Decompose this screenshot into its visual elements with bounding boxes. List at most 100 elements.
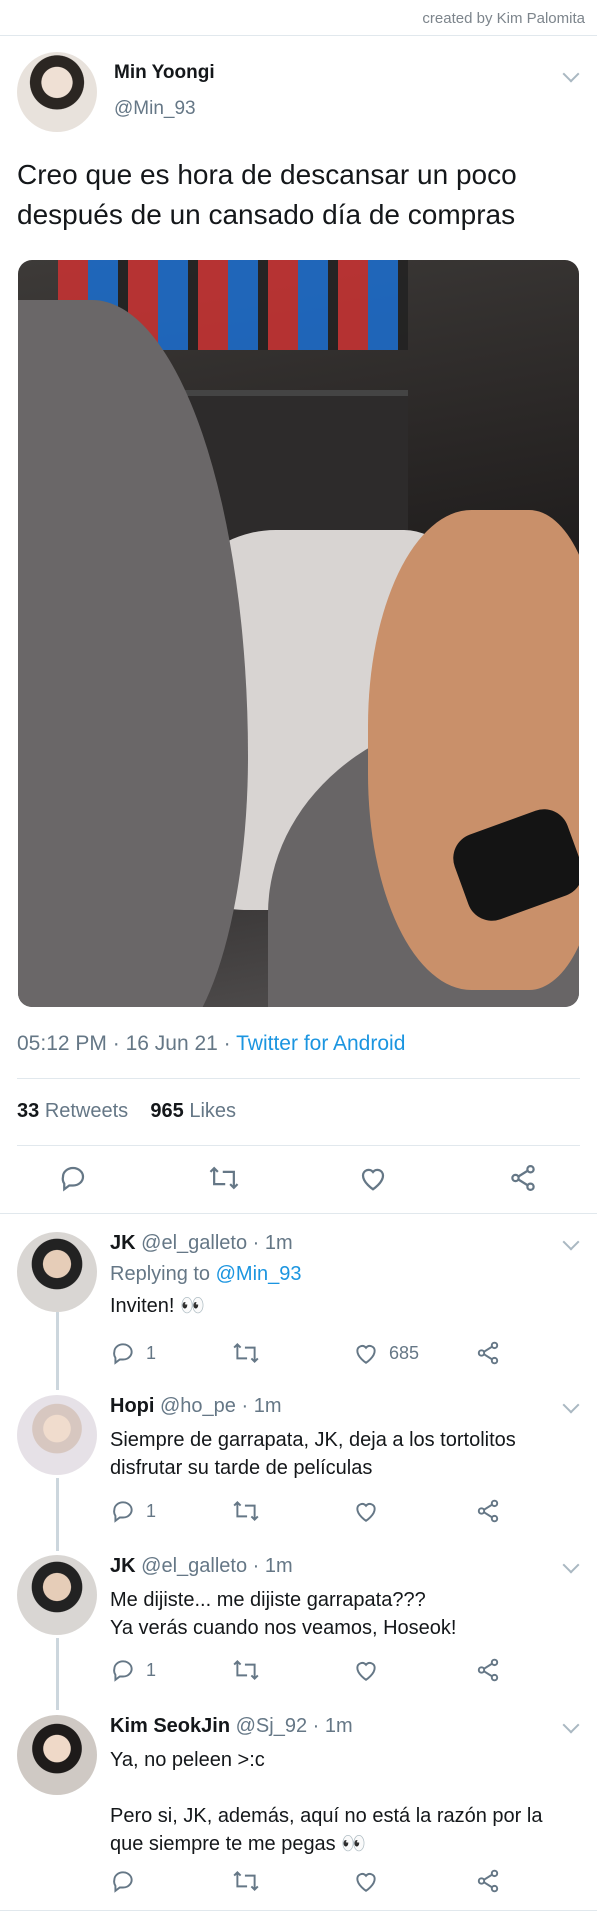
avatar[interactable] — [17, 1395, 97, 1475]
chevron-down-icon[interactable] — [562, 1396, 580, 1414]
reply-icon — [113, 1660, 133, 1682]
divider — [17, 1145, 580, 1146]
thread-line — [56, 1638, 59, 1710]
retweet-button[interactable] — [232, 1498, 260, 1524]
reply-count: 1 — [146, 1342, 157, 1363]
likes-label: Likes — [189, 1100, 237, 1122]
like-icon — [356, 1662, 376, 1681]
like-count: 685 — [389, 1342, 420, 1363]
reply-author-handle[interactable]: @Sj_92 — [236, 1715, 307, 1737]
author-handle[interactable]: @Min_93 — [114, 98, 196, 120]
reply-button[interactable]: 1 — [110, 1657, 156, 1683]
reply-text-line: Pero si, JK, además, aquí no está la raz… — [110, 1805, 543, 1855]
reply-icon — [113, 1343, 133, 1365]
divider — [0, 1910, 597, 1911]
reply-button[interactable] — [110, 1868, 136, 1894]
retweet-icon — [233, 1660, 259, 1680]
reply-text: Ya, no peleen >:c Pero si, JK, además, a… — [110, 1746, 570, 1858]
replying-to: Replying to @Min_93 — [110, 1263, 302, 1286]
like-icon — [361, 1168, 385, 1191]
separator: · — [312, 1715, 320, 1737]
share-button[interactable] — [508, 1163, 538, 1193]
author-name[interactable]: Min Yoongi — [114, 62, 215, 84]
tweet-photo[interactable] — [18, 260, 579, 1007]
reply-text: Me dijiste... me dijiste garrapata??? Ya… — [110, 1586, 570, 1642]
reply-text: Siempre de garrapata, JK, deja a los tor… — [110, 1429, 516, 1479]
reply-button[interactable]: 1 — [110, 1498, 156, 1524]
reply-icon — [113, 1871, 133, 1893]
thread-line — [56, 1312, 59, 1390]
tweet-source-link[interactable]: Twitter for Android — [236, 1032, 405, 1055]
separator: · — [241, 1395, 249, 1417]
reply-text-line: Ya verás cuando nos veamos, Hoseok! — [110, 1617, 457, 1639]
like-icon — [356, 1503, 376, 1522]
tweet-text: Creo que es hora de descansar un poco de… — [17, 159, 517, 230]
share-icon — [511, 1165, 535, 1191]
share-button[interactable] — [475, 1340, 501, 1366]
retweets-count: 33 — [17, 1100, 40, 1122]
share-button[interactable] — [475, 1657, 501, 1683]
reply-button[interactable] — [58, 1163, 88, 1193]
divider — [0, 35, 597, 36]
reply-count: 1 — [146, 1659, 157, 1680]
reply-header: JK @el_galleto · 1m — [110, 1555, 293, 1578]
reply-author-handle[interactable]: @ho_pe — [160, 1395, 236, 1417]
divider — [0, 1213, 597, 1214]
share-icon — [477, 1499, 499, 1523]
separator: · — [223, 1032, 231, 1055]
likes-count: 965 — [150, 1100, 184, 1122]
share-icon — [477, 1658, 499, 1682]
chevron-down-icon[interactable] — [562, 65, 580, 83]
retweets-label: Retweets — [44, 1100, 129, 1122]
chevron-down-icon[interactable] — [562, 1716, 580, 1734]
reply-author-name[interactable]: Hopi — [110, 1395, 154, 1417]
chevron-down-icon[interactable] — [562, 1233, 580, 1251]
reply-time: 1m — [324, 1715, 353, 1737]
like-button[interactable] — [358, 1163, 388, 1193]
retweets-stat[interactable]: 33 Retweets — [17, 1100, 128, 1122]
reply-icon — [113, 1501, 133, 1523]
divider — [17, 1078, 580, 1079]
reply-author-name[interactable]: Kim SeokJin — [110, 1715, 230, 1737]
avatar[interactable] — [17, 1555, 97, 1635]
like-button[interactable]: 685 — [353, 1340, 419, 1366]
like-icon — [356, 1345, 376, 1364]
reply-author-name[interactable]: JK — [110, 1232, 136, 1254]
like-button[interactable] — [353, 1498, 379, 1524]
retweet-icon — [233, 1871, 259, 1891]
reply-time: 1m — [264, 1555, 293, 1577]
like-icon — [356, 1873, 376, 1892]
retweet-icon — [233, 1501, 259, 1521]
retweet-button[interactable] — [232, 1657, 260, 1683]
retweet-button[interactable] — [232, 1340, 260, 1366]
share-button[interactable] — [475, 1868, 501, 1894]
retweet-icon — [209, 1166, 239, 1190]
author-avatar[interactable] — [17, 52, 97, 132]
avatar[interactable] — [17, 1232, 97, 1312]
tweet-meta: 05:12 PM · 16 Jun 21 · Twitter for Andro… — [17, 1032, 405, 1056]
thread-line — [56, 1478, 59, 1551]
avatar[interactable] — [17, 1715, 97, 1795]
replying-handle-link[interactable]: @Min_93 — [216, 1263, 302, 1285]
replying-label: Replying to — [110, 1263, 211, 1285]
like-button[interactable] — [353, 1868, 379, 1894]
separator: · — [252, 1232, 260, 1254]
retweet-icon — [233, 1343, 259, 1363]
reply-text-spacer — [110, 1774, 570, 1802]
reply-author-handle[interactable]: @el_galleto — [141, 1232, 247, 1254]
chevron-down-icon[interactable] — [562, 1556, 580, 1574]
reply-author-handle[interactable]: @el_galleto — [141, 1555, 247, 1577]
reply-header: Kim SeokJin @Sj_92 · 1m — [110, 1715, 353, 1738]
reply-button[interactable]: 1 — [110, 1340, 156, 1366]
reply-text-line: Me dijiste... me dijiste garrapata??? — [110, 1589, 426, 1611]
reply-author-name[interactable]: JK — [110, 1555, 136, 1577]
photo-hands — [368, 510, 579, 990]
like-button[interactable] — [353, 1657, 379, 1683]
retweet-button[interactable] — [232, 1868, 260, 1894]
share-icon — [477, 1869, 499, 1893]
reply-time: 1m — [253, 1395, 282, 1417]
retweet-button[interactable] — [208, 1163, 240, 1193]
reply-text-line: Ya, no peleen >:c — [110, 1749, 265, 1771]
share-button[interactable] — [475, 1498, 501, 1524]
likes-stat[interactable]: 965 Likes — [150, 1100, 236, 1122]
